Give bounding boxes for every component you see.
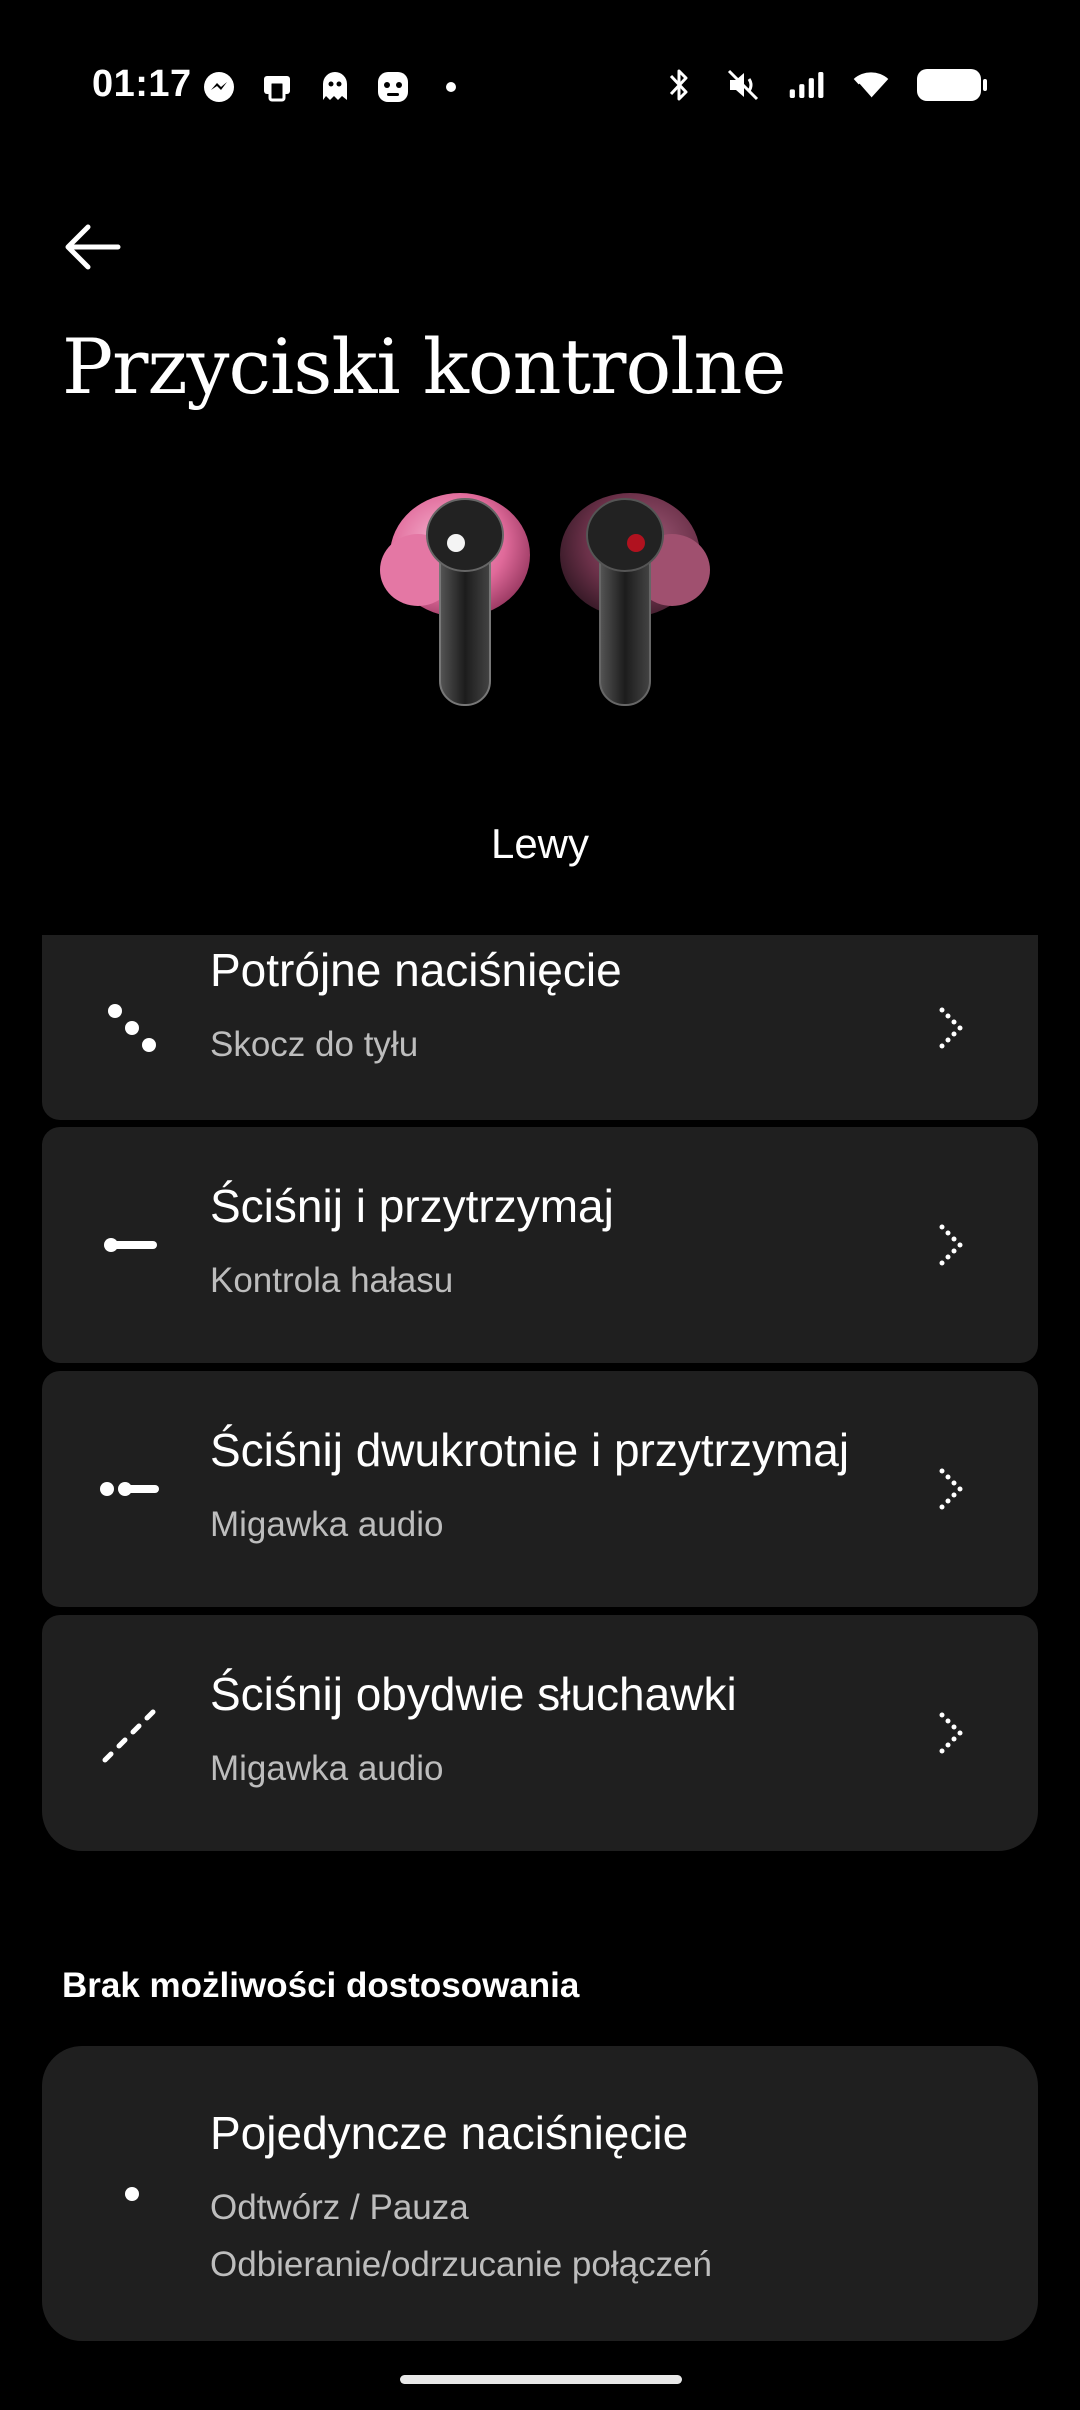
home-indicator[interactable] xyxy=(400,2375,682,2384)
back-button[interactable] xyxy=(58,212,128,282)
chevron-right-icon xyxy=(934,1223,968,1267)
control-squeeze-both[interactable]: Ściśnij obydwie słuchawki Migawka audio xyxy=(42,1615,1038,1851)
mute-icon xyxy=(724,66,762,104)
earbuds-image xyxy=(370,460,720,720)
control-subtitle: Migawka audio xyxy=(210,1505,444,1544)
press-hold-icon xyxy=(97,1210,167,1280)
notification-icons xyxy=(200,68,470,106)
control-triple-press[interactable]: Potrójne naciśnięcie Skocz do tyłu xyxy=(42,935,1038,1120)
system-icons xyxy=(660,66,988,104)
signal-icon xyxy=(788,66,826,104)
status-time: 01:17 xyxy=(92,63,192,105)
face-icon xyxy=(374,68,412,106)
ghost-icon xyxy=(316,68,354,106)
dot-icon xyxy=(432,68,470,106)
double-press-hold-icon xyxy=(97,1454,167,1524)
control-title: Ściśnij obydwie słuchawki xyxy=(210,1668,737,1720)
control-subtitle: Skocz do tyłu xyxy=(210,1025,419,1064)
app-icon xyxy=(258,68,296,106)
control-subtitle: Migawka audio xyxy=(210,1749,444,1788)
chevron-right-icon xyxy=(934,1711,968,1755)
control-double-press-hold[interactable]: Ściśnij dwukrotnie i przytrzymaj Migawka… xyxy=(42,1371,1038,1607)
control-title: Ściśnij dwukrotnie i przytrzymaj xyxy=(210,1424,850,1476)
control-title: Ściśnij i przytrzymaj xyxy=(210,1180,614,1232)
both-earbuds-icon xyxy=(97,1698,167,1768)
control-subtitle: Odtwórz / Pauza xyxy=(210,2188,469,2227)
control-title: Pojedyncze naciśnięcie xyxy=(210,2107,689,2159)
section-heading: Brak możliwości dostosowania xyxy=(62,1966,580,2005)
battery-icon xyxy=(916,66,988,104)
bluetooth-icon xyxy=(660,66,698,104)
messenger-icon xyxy=(200,68,238,106)
control-subtitle: Kontrola hałasu xyxy=(210,1261,454,1300)
control-title: Potrójne naciśnięcie xyxy=(210,944,622,996)
chevron-right-icon xyxy=(934,1006,968,1050)
control-single-press: Pojedyncze naciśnięcie Odtwórz / Pauza O… xyxy=(42,2046,1038,2341)
control-subtitle-secondary: Odbieranie/odrzucanie połączeń xyxy=(210,2245,712,2284)
page-title: Przyciski kontrolne xyxy=(62,322,786,411)
status-bar: 01:17 xyxy=(0,60,1080,110)
chevron-right-icon xyxy=(934,1467,968,1511)
control-press-hold[interactable]: Ściśnij i przytrzymaj Kontrola hałasu xyxy=(42,1127,1038,1363)
wifi-icon xyxy=(852,66,890,104)
single-press-icon xyxy=(97,2159,167,2229)
back-arrow-icon xyxy=(65,224,121,270)
side-label: Lewy xyxy=(490,820,590,867)
triple-press-icon xyxy=(97,993,167,1063)
